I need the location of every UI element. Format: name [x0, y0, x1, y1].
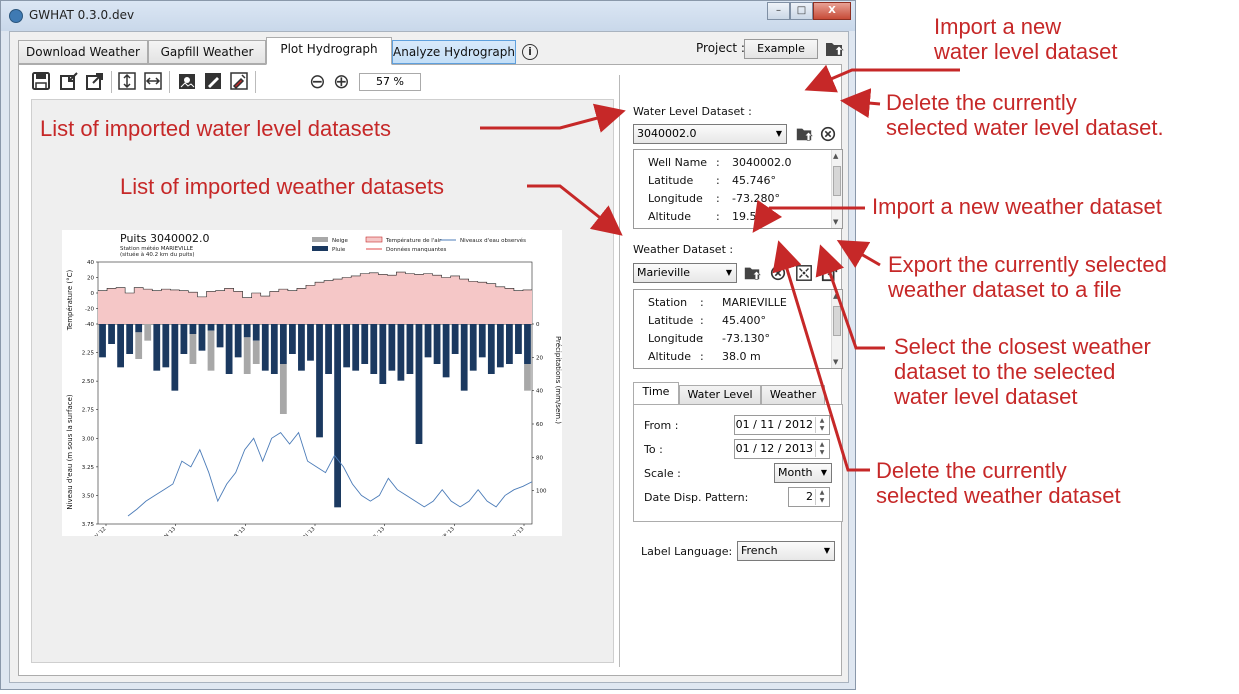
arrow-delete-wl — [840, 88, 881, 119]
annotation-delete-weather: Delete the currently selected weather da… — [876, 458, 1121, 508]
arrow-delete-weather — [772, 240, 870, 472]
annotation-import-wl: Import a new water level dataset — [934, 14, 1118, 64]
annotation-export-weather: Export the currently selected weather da… — [888, 252, 1167, 302]
annotation-closest-weather: Select the closest weather dataset to th… — [894, 334, 1151, 409]
annotation-import-weather: Import a new weather dataset — [872, 194, 1162, 219]
arrow-export-weather — [836, 239, 881, 269]
arrow-closest-weather — [815, 244, 885, 350]
arrow-list-wl — [480, 103, 626, 133]
arrow-list-weather — [527, 184, 623, 236]
arrow-import-wl — [804, 64, 960, 93]
annotation-list-wl: List of imported water level datasets — [40, 116, 391, 141]
arrow-import-weather — [752, 199, 865, 233]
tab-plot-hydrograph[interactable]: Plot Hydrograph — [266, 37, 392, 65]
annotation-delete-wl: Delete the currently selected water leve… — [886, 90, 1164, 140]
annotation-list-weather: List of imported weather datasets — [120, 174, 445, 199]
